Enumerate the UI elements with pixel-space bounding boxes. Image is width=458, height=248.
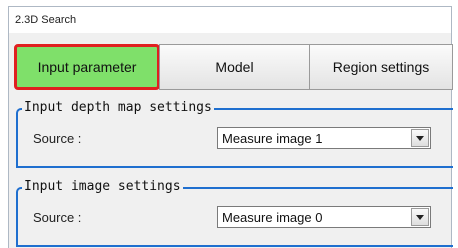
chevron-down-icon[interactable] [411,208,429,226]
window-title: 2.3D Search [9,7,451,33]
search-dialog: 2.3D Search Input parameter Model Region… [8,6,453,248]
chevron-down-icon[interactable] [411,129,429,147]
tab-model[interactable]: Model [159,44,310,90]
input-image-settings-group: Input image settings Source : Measure im… [16,179,453,247]
tab-bar: Input parameter Model Region settings [9,44,453,90]
select-value: Measure image 1 [222,131,323,146]
group-title: Input depth map settings [22,100,214,116]
select-value: Measure image 0 [222,210,323,225]
input-depth-map-settings-group: Input depth map settings Source : Measur… [16,100,453,168]
tab-input-parameter[interactable]: Input parameter [14,44,160,90]
source-label: Source : [33,210,82,225]
group-title: Input image settings [22,179,183,195]
depth-map-source-select[interactable]: Measure image 1 [217,127,431,149]
source-label: Source : [33,131,82,146]
tab-region-settings[interactable]: Region settings [309,44,453,90]
image-source-select[interactable]: Measure image 0 [217,206,431,228]
